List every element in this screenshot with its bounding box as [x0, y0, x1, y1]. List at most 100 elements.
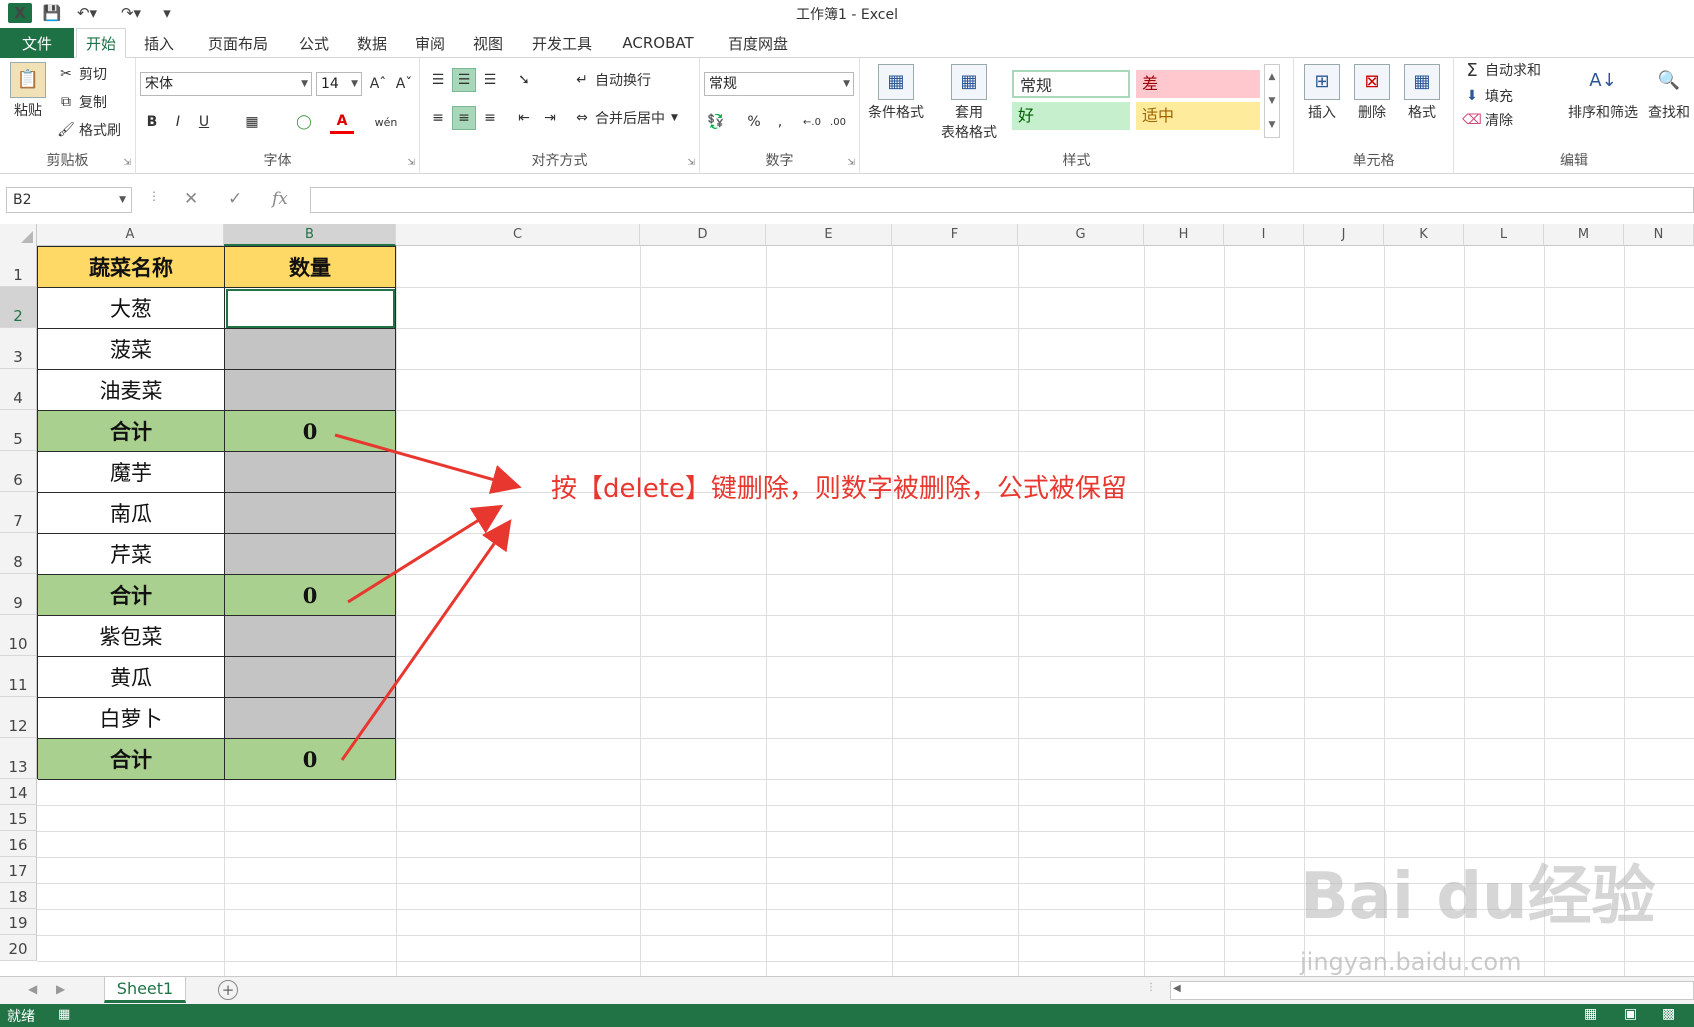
conditional-format-button[interactable]: ▦ 条件格式	[864, 64, 928, 122]
watermark-url: jingyan.baidu.com	[1300, 948, 1522, 976]
formula-bar: B2 ▼ ⋮ ✕ ✓ fx	[0, 184, 1694, 216]
next-sheet-icon[interactable]: ▶	[56, 982, 65, 996]
enter-check-icon[interactable]: ✓	[228, 189, 242, 209]
page-break-view-icon[interactable]: ▩	[1662, 1006, 1675, 1022]
format-cells-icon: ▦	[1404, 64, 1440, 100]
borders-icon[interactable]: ▦	[240, 110, 264, 134]
tab-data[interactable]: 数据	[348, 28, 396, 58]
name-box-value: B2	[13, 192, 32, 208]
name-box[interactable]: B2 ▼	[6, 187, 132, 213]
align-center-icon[interactable]: ≡	[452, 106, 476, 130]
dialog-launcher-icon[interactable]: ⇲	[123, 158, 131, 168]
fill-down-icon: ⬇	[1466, 88, 1478, 104]
macro-record-icon[interactable]: ▦	[58, 1007, 70, 1022]
copy-button[interactable]: ⧉ 复制	[56, 92, 107, 112]
clear-button[interactable]: ⌫ 清除	[1462, 110, 1513, 130]
style-good[interactable]: 好	[1012, 102, 1130, 130]
align-top-icon[interactable]: ☰	[426, 68, 450, 92]
page-layout-view-icon[interactable]: ▣	[1624, 1006, 1637, 1022]
format-cells-label: 格式	[1408, 105, 1436, 121]
style-bad[interactable]: 差	[1136, 70, 1260, 98]
delete-cells-icon: ⊠	[1354, 64, 1390, 100]
tab-file[interactable]: 文件	[0, 28, 74, 58]
tab-formulas[interactable]: 公式	[290, 28, 338, 58]
align-bottom-icon[interactable]: ☰	[478, 68, 502, 92]
horizontal-scrollbar[interactable]: ◀	[1170, 981, 1694, 1000]
dialog-launcher-icon[interactable]: ⇲	[687, 158, 695, 168]
prev-sheet-icon[interactable]: ◀	[28, 982, 37, 996]
copy-label: 复制	[79, 95, 107, 111]
cell-b2-selected[interactable]	[225, 288, 396, 329]
dialog-launcher-icon[interactable]: ⇲	[407, 158, 415, 168]
phonetic-guide-icon[interactable]: wén	[374, 110, 398, 134]
decrease-indent-icon[interactable]: ⇤	[512, 106, 536, 130]
arrow-from-b13	[340, 519, 512, 761]
group-alignment: ☰ ☰ ☰ ➘ ↵ 自动换行 ≡ ≡ ≡ ⇤ ⇥ ⇔ 合并后居中 ▼ 对齐方式 ⇲	[420, 58, 700, 174]
chevron-down-icon: ▼	[843, 79, 850, 89]
fill-button[interactable]: ⬇ 填充	[1462, 86, 1513, 106]
insert-function-icon[interactable]: fx	[272, 189, 288, 209]
autosum-button[interactable]: Σ 自动求和	[1462, 59, 1541, 81]
formula-input[interactable]	[310, 187, 1694, 213]
font-name-select[interactable]: 宋体 ▼	[140, 72, 312, 96]
fill-color-icon[interactable]: ◯	[292, 110, 316, 134]
increase-indent-icon[interactable]: ⇥	[538, 106, 562, 130]
formula-bar-splitter-icon[interactable]: ⋮	[148, 189, 160, 203]
tab-review[interactable]: 审阅	[406, 28, 454, 58]
tab-page-layout[interactable]: 页面布局	[196, 28, 280, 58]
tab-insert[interactable]: 插入	[134, 28, 184, 58]
paste-icon: 📋	[10, 62, 46, 98]
align-middle-icon[interactable]: ☰	[452, 68, 476, 92]
scroll-left-icon[interactable]: ◀	[1173, 983, 1181, 994]
font-color-icon[interactable]: A	[330, 110, 354, 134]
font-size-select[interactable]: 14 ▼	[316, 72, 362, 96]
decrease-font-icon[interactable]: Aˇ	[392, 72, 416, 96]
tab-developer[interactable]: 开发工具	[524, 28, 600, 58]
comma-style-button[interactable]: ,	[768, 110, 792, 134]
tab-acrobat[interactable]: ACROBAT	[612, 28, 704, 58]
increase-decimal-icon[interactable]: ←.0	[800, 110, 824, 134]
sort-filter-button[interactable]: A↓ 排序和筛选	[1564, 64, 1642, 122]
cut-label: 剪切	[79, 67, 107, 83]
align-left-icon[interactable]: ≡	[426, 106, 450, 130]
merge-center-button[interactable]: ⇔ 合并后居中 ▼	[572, 108, 678, 128]
paste-button[interactable]: 📋 粘贴	[6, 62, 50, 120]
number-format-select[interactable]: 常规 ▼	[704, 72, 854, 96]
orientation-icon[interactable]: ➘	[512, 68, 536, 92]
group-styles: ▦ 条件格式 ▦ 套用 表格格式 常规 差 好 适中 ▲ ▼ ▼ 样式	[860, 58, 1294, 174]
ribbon: 📋 粘贴 ✂ 剪切 ⧉ 复制 🖌 格式刷 剪贴板 ⇲ 宋体 ▼ 14 ▼ Aˆ Aˇ B …	[0, 58, 1694, 174]
tab-baidu-netdisk[interactable]: 百度网盘	[716, 28, 800, 58]
percent-button[interactable]: %	[742, 110, 766, 134]
align-right-icon[interactable]: ≡	[478, 106, 502, 130]
cancel-icon[interactable]: ✕	[184, 189, 198, 209]
currency-icon[interactable]: 💱	[704, 110, 728, 134]
tab-home[interactable]: 开始	[76, 28, 126, 58]
style-normal[interactable]: 常规	[1012, 70, 1130, 98]
dialog-launcher-icon[interactable]: ⇲	[847, 158, 855, 168]
underline-button[interactable]: U	[192, 110, 216, 134]
format-cells-button[interactable]: ▦ 格式	[1400, 64, 1444, 122]
sheet-tab-sheet1[interactable]: Sheet1	[104, 977, 186, 1003]
sigma-icon: Σ	[1466, 59, 1478, 81]
add-sheet-button[interactable]: +	[218, 980, 238, 1000]
increase-font-icon[interactable]: Aˆ	[366, 72, 390, 96]
find-select-button[interactable]: 🔍 查找和	[1644, 64, 1694, 122]
italic-button[interactable]: I	[166, 110, 190, 134]
decrease-decimal-icon[interactable]: .00	[826, 110, 850, 134]
group-cells: ⊞ 插入 ⊠ 删除 ▦ 格式 单元格	[1294, 58, 1454, 174]
autosum-label: 自动求和	[1485, 63, 1541, 79]
insert-cells-button[interactable]: ⊞ 插入	[1300, 64, 1344, 122]
font-name-value: 宋体	[145, 76, 173, 92]
normal-view-icon[interactable]: ▦	[1584, 1006, 1597, 1022]
ribbon-tabs: 文件 开始 插入 页面布局 公式 数据 审阅 视图 开发工具 ACROBAT 百…	[0, 26, 1694, 58]
tab-view[interactable]: 视图	[464, 28, 512, 58]
wrap-text-button[interactable]: ↵ 自动换行	[572, 70, 651, 90]
format-painter-button[interactable]: 🖌 格式刷	[56, 120, 121, 140]
format-as-table-button[interactable]: ▦ 套用 表格格式	[932, 64, 1006, 142]
styles-scroll-icon[interactable]: ▲ ▼ ▼	[1264, 64, 1280, 138]
scroll-splitter-icon[interactable]: ⋮	[1146, 982, 1156, 993]
style-neutral[interactable]: 适中	[1136, 102, 1260, 130]
delete-cells-button[interactable]: ⊠ 删除	[1350, 64, 1394, 122]
bold-button[interactable]: B	[140, 110, 164, 134]
cut-button[interactable]: ✂ 剪切	[56, 64, 107, 84]
